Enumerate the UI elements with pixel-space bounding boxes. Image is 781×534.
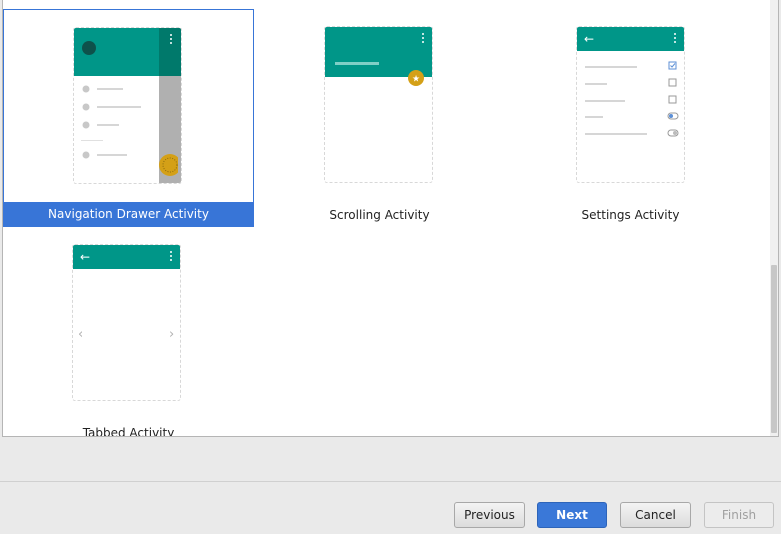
previous-button[interactable]: Previous (454, 502, 525, 528)
settings-preview: ← (576, 26, 685, 183)
cancel-button[interactable]: Cancel (620, 502, 691, 528)
kebab-menu-icon (673, 33, 677, 43)
footer-divider (0, 481, 781, 482)
avatar-icon (82, 41, 96, 55)
kebab-menu-icon (169, 251, 173, 261)
navigation-drawer-preview (73, 27, 182, 184)
chevron-left-icon: ‹ (78, 327, 84, 342)
drawer-menu-list (81, 85, 141, 159)
template-tile-navigation-drawer[interactable]: Navigation Drawer Activity (3, 9, 254, 227)
star-icon: ★ (408, 70, 424, 86)
back-arrow-icon: ← (80, 250, 91, 264)
scrollbar-thumb[interactable] (771, 265, 777, 433)
template-tile-settings[interactable]: ← Settings Activity (505, 9, 756, 227)
template-label: Settings Activity (581, 208, 680, 222)
template-tile-scrolling[interactable]: ★ Scrolling Activity (254, 9, 505, 227)
template-tile-tabbed[interactable]: ← ‹ › Tabbed Activity (3, 227, 254, 437)
fab-icon (159, 154, 178, 176)
scrolling-preview: ★ (324, 26, 433, 183)
toolbar-title-placeholder (335, 62, 379, 65)
chevron-right-icon: › (169, 327, 175, 342)
kebab-menu-icon (169, 34, 173, 44)
back-arrow-icon: ← (584, 32, 595, 46)
vertical-scrollbar[interactable] (770, 0, 778, 436)
tabbed-preview: ← ‹ › (72, 244, 181, 401)
next-button[interactable]: Next (537, 502, 607, 528)
settings-list (585, 61, 679, 137)
template-gallery: Navigation Drawer Activity ★ Scrolling A… (2, 0, 779, 437)
template-label: Navigation Drawer Activity (4, 202, 253, 226)
template-label: Scrolling Activity (329, 208, 430, 222)
template-label: Tabbed Activity (82, 426, 175, 437)
finish-button[interactable]: Finish (704, 502, 774, 528)
svg-text:★: ★ (412, 75, 420, 85)
kebab-menu-icon (421, 33, 425, 43)
